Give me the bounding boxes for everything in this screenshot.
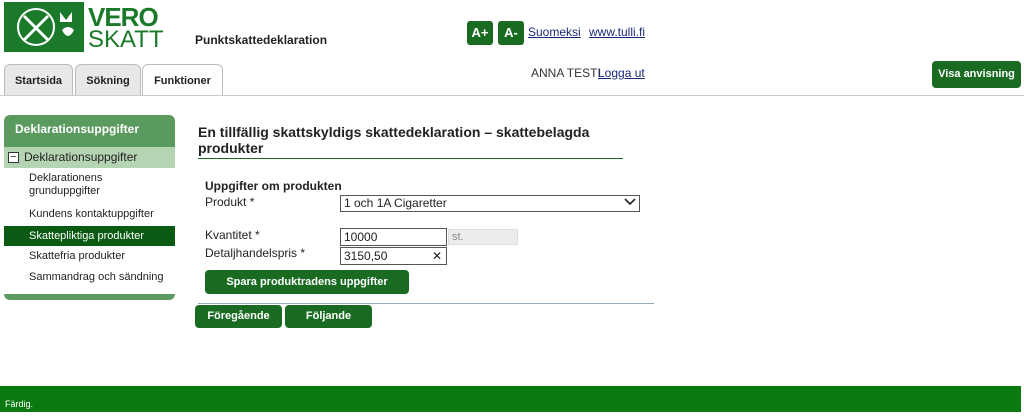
- title-divider: [198, 158, 623, 159]
- produkt-label: Produkt *: [205, 195, 255, 209]
- tab-startsida[interactable]: Startsida: [4, 64, 73, 95]
- pris-label: Detaljhandelspris *: [205, 246, 306, 260]
- sidebar: Deklarationsuppgifter − Deklarationsuppg…: [4, 115, 175, 300]
- chevron-down-icon: [624, 195, 636, 211]
- tab-sokning[interactable]: Sökning: [75, 64, 141, 95]
- logout-link[interactable]: Logga ut: [598, 66, 645, 80]
- customs-link[interactable]: www.tulli.fi: [589, 25, 645, 39]
- section-divider: [198, 303, 654, 304]
- save-product-row-button[interactable]: Spara produktradens uppgifter: [205, 270, 409, 294]
- font-increase-button[interactable]: A+: [467, 21, 493, 45]
- collapse-minus-icon[interactable]: −: [8, 152, 19, 163]
- sidebar-item-kontaktuppgifter[interactable]: Kundens kontaktuppgifter: [4, 208, 175, 222]
- user-name: ANNA TESTI: [531, 66, 601, 80]
- pris-value: 3150,50: [344, 249, 388, 263]
- status-text: Färdig.: [5, 399, 34, 409]
- kvantitet-input[interactable]: 10000: [340, 228, 447, 246]
- produkt-selected-value: 1 och 1A Cigaretter: [344, 196, 447, 210]
- produkt-select[interactable]: 1 och 1A Cigaretter: [340, 195, 640, 212]
- sidebar-group-label: Deklarationsuppgifter: [24, 150, 138, 164]
- sidebar-item-sammandrag[interactable]: Sammandrag och sändning: [4, 271, 175, 285]
- sidebar-group-declaration[interactable]: − Deklarationsuppgifter: [4, 147, 175, 168]
- clear-icon[interactable]: ✕: [432, 248, 442, 264]
- show-help-button[interactable]: Visa anvisning: [932, 61, 1021, 88]
- previous-button[interactable]: Föregående: [195, 305, 282, 328]
- section-title: Uppgifter om produkten: [205, 179, 342, 193]
- sidebar-item-skattefria[interactable]: Skattefria produkter: [4, 250, 175, 264]
- next-button[interactable]: Följande: [285, 305, 372, 328]
- language-link[interactable]: Suomeksi: [528, 25, 581, 39]
- sidebar-item-skattepliktiga[interactable]: Skattepliktiga produkter: [4, 226, 175, 246]
- tab-divider: [0, 95, 1024, 96]
- page-title: En tillfällig skattskyldigs skattedeklar…: [198, 124, 590, 156]
- unit-field: st.: [448, 229, 518, 245]
- tab-funktioner[interactable]: Funktioner: [142, 64, 223, 96]
- detaljhandelspris-input[interactable]: 3150,50 ✕: [340, 247, 447, 265]
- status-bar: Färdig.: [0, 386, 1021, 412]
- app-title: Punktskattedeklaration: [195, 33, 328, 47]
- sidebar-list: Deklarationens grunduppgifter Kundens ko…: [4, 168, 175, 294]
- font-decrease-button[interactable]: A-: [498, 21, 524, 45]
- logo-emblem-icon: [4, 2, 84, 52]
- sidebar-item-grunduppgifter[interactable]: Deklarationens grunduppgifter: [4, 172, 175, 202]
- logo-text-skatt: SKATT: [88, 26, 164, 53]
- vero-skatt-logo: VERO SKATT: [4, 2, 164, 53]
- kvantitet-label: Kvantitet *: [205, 228, 260, 242]
- sidebar-title: Deklarationsuppgifter: [15, 122, 140, 136]
